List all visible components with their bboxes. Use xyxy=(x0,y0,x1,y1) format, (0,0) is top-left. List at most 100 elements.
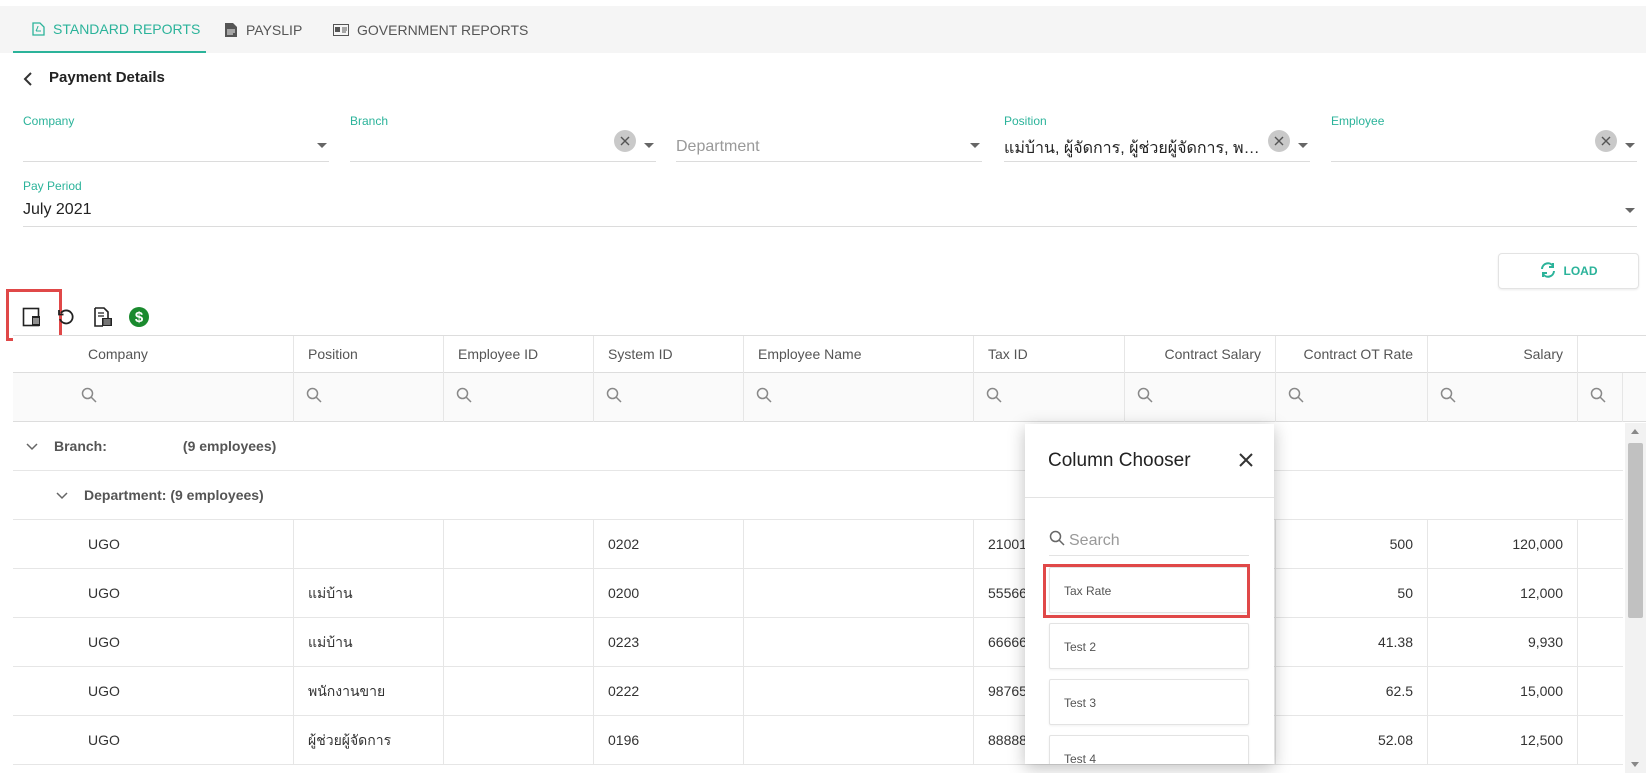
grid-filter-row xyxy=(13,373,1646,422)
branch-select[interactable]: Branch xyxy=(350,114,656,162)
search-icon xyxy=(606,387,622,408)
filter-contract-salary[interactable] xyxy=(1125,373,1276,422)
table-row[interactable]: UGO ผู้ช่วยผู้จัดการ 0196 88888 52.08 12… xyxy=(13,716,1623,765)
cell-salary: 15,000 xyxy=(1428,667,1578,716)
table-row[interactable]: UGO แม่บ้าน 0223 66666 41.38 9,930 xyxy=(13,618,1623,667)
tab-payslip[interactable]: PAYSLIP xyxy=(224,6,302,53)
pay-period-select[interactable]: Pay Period July 2021 xyxy=(23,179,1637,227)
reset-icon[interactable] xyxy=(54,305,78,329)
column-header-contract-ot-rate[interactable]: Contract OT Rate xyxy=(1276,336,1428,373)
scrollbar-thumb[interactable] xyxy=(1628,443,1643,618)
chevron-down-icon[interactable] xyxy=(1625,208,1635,213)
chevron-down-icon[interactable] xyxy=(644,143,654,148)
company-select[interactable]: Company xyxy=(23,114,329,162)
filter-employee-name[interactable] xyxy=(744,373,974,422)
filter-employee-id[interactable] xyxy=(444,373,594,422)
clear-icon[interactable] xyxy=(614,130,636,152)
column-chooser-icon[interactable] xyxy=(20,305,44,329)
column-header-system-id[interactable]: System ID xyxy=(594,336,744,373)
filter-salary[interactable] xyxy=(1428,373,1578,422)
column-header-contract-salary[interactable]: Contract Salary xyxy=(1125,336,1276,373)
search-icon xyxy=(1288,387,1304,408)
cell-system-id: 0222 xyxy=(594,667,744,716)
column-header-employee-id[interactable]: Employee ID xyxy=(444,336,594,373)
branch-label: Branch xyxy=(350,114,389,128)
cell-contract-ot-rate: 500 xyxy=(1276,520,1428,569)
cell-company: UGO xyxy=(13,618,294,667)
chevron-down-icon[interactable] xyxy=(1625,143,1635,148)
search-icon xyxy=(81,387,97,408)
cell-system-id: 0223 xyxy=(594,618,744,667)
cell-company: UGO xyxy=(13,716,294,765)
tab-label: PAYSLIP xyxy=(246,21,303,38)
tab-government-reports[interactable]: GOVERNMENT REPORTS xyxy=(333,6,528,53)
export-report-icon[interactable] xyxy=(91,305,115,329)
cell-position: แม่บ้าน xyxy=(294,569,444,618)
back-arrow-icon[interactable] xyxy=(22,68,40,90)
cell-company: UGO xyxy=(13,667,294,716)
filter-contract-ot-rate[interactable] xyxy=(1276,373,1428,422)
scroll-up-arrow-icon[interactable] xyxy=(1631,429,1639,434)
svg-text:$: $ xyxy=(135,309,144,326)
column-item-test-3[interactable]: Test 3 xyxy=(1049,679,1249,725)
scroll-down-arrow-icon[interactable] xyxy=(1631,762,1639,767)
column-chooser-search[interactable] xyxy=(1049,526,1249,556)
cell-employee-name xyxy=(744,716,974,765)
refresh-icon xyxy=(1540,261,1556,281)
column-header-employee-name[interactable]: Employee Name xyxy=(744,336,974,373)
column-header-position[interactable]: Position xyxy=(294,336,444,373)
document-icon xyxy=(224,22,238,37)
clear-icon[interactable] xyxy=(1595,130,1617,152)
cell-position: ผู้ช่วยผู้จัดการ xyxy=(294,716,444,765)
tab-standard-reports[interactable]: STANDARD REPORTS xyxy=(13,6,206,53)
tab-label: STANDARD REPORTS xyxy=(53,20,201,37)
column-chooser-title: Column Chooser xyxy=(1048,450,1191,471)
group-branch-count: (9 employees) xyxy=(182,438,277,454)
search-icon xyxy=(756,387,772,408)
payment-grid: Company Position Employee ID System ID E… xyxy=(13,335,1646,773)
employee-select[interactable]: Employee xyxy=(1331,114,1637,162)
column-item-test-2[interactable]: Test 2 xyxy=(1049,623,1249,669)
employee-label: Employee xyxy=(1331,114,1385,128)
clear-icon[interactable] xyxy=(1268,130,1290,152)
search-icon xyxy=(306,387,322,408)
chevron-down-icon[interactable] xyxy=(970,143,980,148)
dollar-icon[interactable]: $ xyxy=(127,305,151,329)
filter-company[interactable] xyxy=(13,373,294,422)
group-row-department[interactable]: Department: (9 employees) xyxy=(13,471,1623,520)
chevron-down-icon[interactable] xyxy=(1298,143,1308,148)
table-row[interactable]: UGO พนักงานขาย 0222 98765 62.5 15,000 xyxy=(13,667,1623,716)
column-header-salary[interactable]: Salary xyxy=(1428,336,1578,373)
pay-period-label: Pay Period xyxy=(23,179,82,193)
id-card-icon xyxy=(333,23,349,37)
cell-salary: 12,000 xyxy=(1428,569,1578,618)
filter-extra[interactable] xyxy=(1578,373,1623,422)
close-icon[interactable] xyxy=(1236,450,1256,470)
cell-employee-id xyxy=(444,520,594,569)
page-title: Payment Details xyxy=(49,69,165,86)
chevron-down-icon[interactable] xyxy=(317,143,327,148)
grid-vertical-scrollbar[interactable] xyxy=(1625,423,1646,773)
chevron-down-icon[interactable] xyxy=(56,487,68,503)
cell-position: พนักงานขาย xyxy=(294,667,444,716)
filter-tax-id[interactable] xyxy=(974,373,1125,422)
column-header-tax-id[interactable]: Tax ID xyxy=(974,336,1125,373)
chevron-down-icon[interactable] xyxy=(26,438,38,454)
filter-system-id[interactable] xyxy=(594,373,744,422)
column-item-test-4[interactable]: Test 4 xyxy=(1049,735,1249,764)
load-button[interactable]: LOAD xyxy=(1498,253,1639,289)
search-icon xyxy=(1137,387,1153,408)
column-header-company[interactable]: Company xyxy=(13,336,294,373)
department-select[interactable]: Department xyxy=(676,114,982,162)
table-row[interactable]: UGO 0202 21001 500 120,000 xyxy=(13,520,1623,569)
table-row[interactable]: UGO แม่บ้าน 0200 55566 50 12,000 xyxy=(13,569,1623,618)
position-select[interactable]: Position แม่บ้าน, ผู้จัดการ, ผู้ช่วยผู้จ… xyxy=(1004,114,1310,162)
divider xyxy=(1025,497,1274,498)
cell-contract-ot-rate: 52.08 xyxy=(1276,716,1428,765)
filter-position[interactable] xyxy=(294,373,444,422)
column-search-input[interactable] xyxy=(1069,531,1239,550)
cell-system-id: 0196 xyxy=(594,716,744,765)
group-row-branch[interactable]: Branch: (9 employees) xyxy=(13,422,1623,471)
cell-contract-ot-rate: 50 xyxy=(1276,569,1428,618)
cell-employee-name xyxy=(744,618,974,667)
